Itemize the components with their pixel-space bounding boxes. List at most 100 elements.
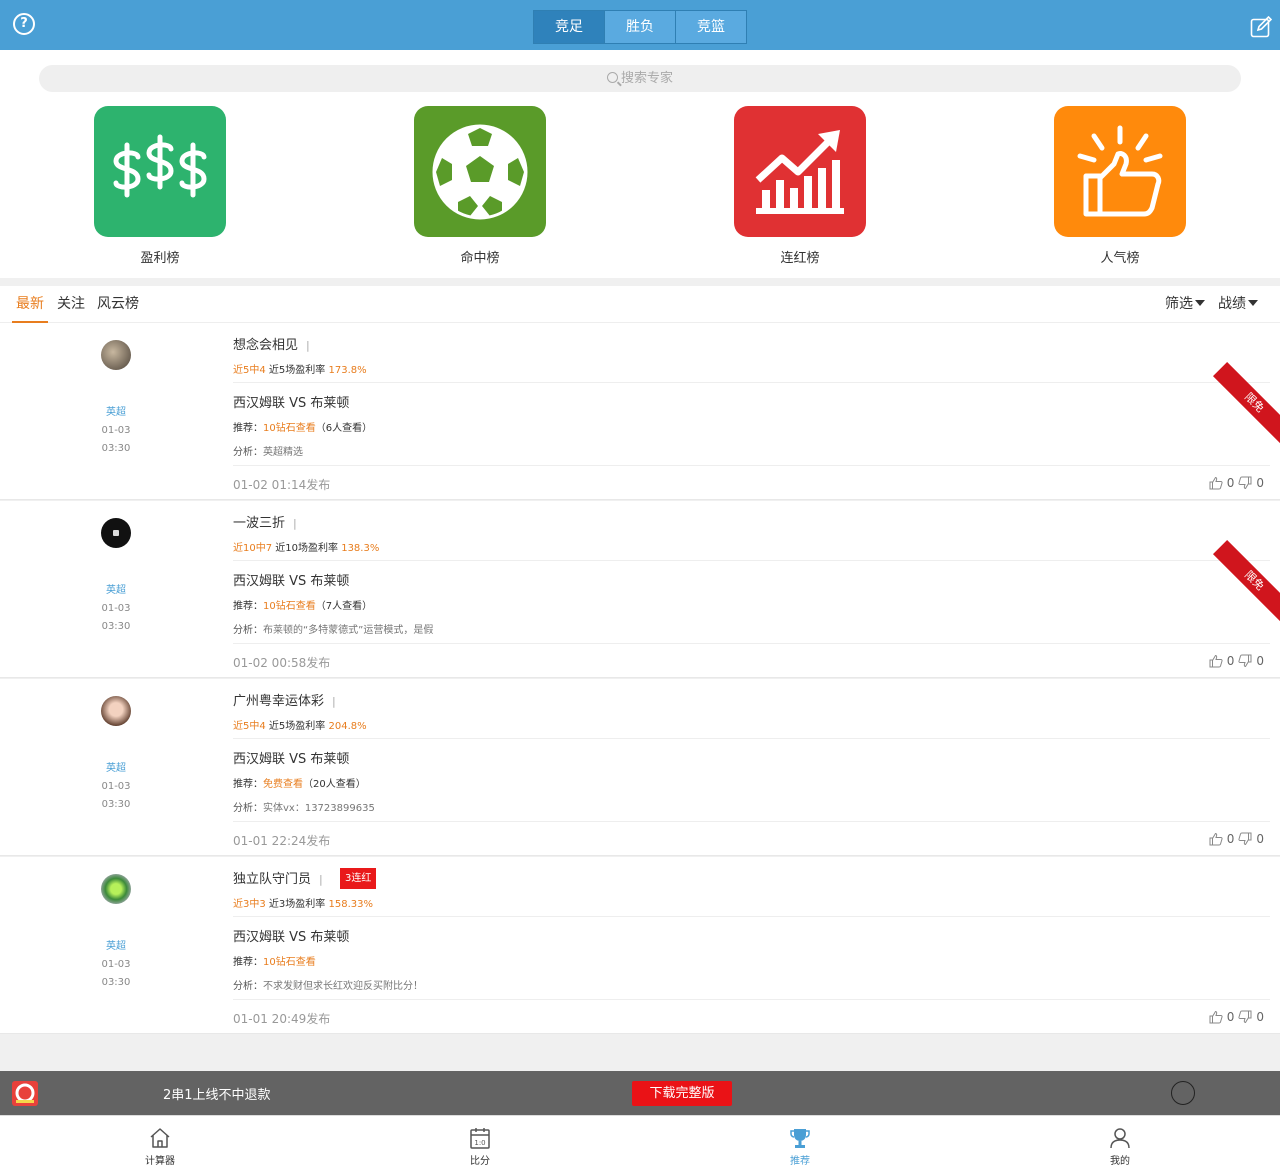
avatar[interactable] [101,340,131,370]
expert-stats: 近5中4 近5场盈利率 204.8% [233,717,367,732]
down-count: 0 [1256,654,1264,668]
up-count: 0 [1226,476,1235,490]
expert-card[interactable]: 英超 01-03 03:30 广州粤幸运体彩 | 近5中4 近5场盈利率 204.… [0,679,1280,856]
record-label: 战绩 [1218,296,1246,312]
expert-name[interactable]: 独立队守门员 [233,872,311,887]
expert-card[interactable]: 英超 01-03 03:30 一波三折 | 近10中7 近10场盈利率 138.3… [0,501,1280,678]
rec-views: （7人查看） [315,601,373,612]
avatar[interactable] [101,696,131,726]
expert-card[interactable]: 英超 01-03 03:30 想念会相见 | 近5中4 近5场盈利率 173.8%… [0,323,1280,500]
search-icon [606,72,618,83]
tab-latest[interactable]: 最新 [12,286,48,323]
match-title: 西汉姆联 VS 布莱顿 [233,574,350,589]
record-dropdown[interactable]: 战绩 [1218,286,1258,322]
name-separator: | [306,339,310,352]
league-label: 英超 [106,941,126,952]
match-title: 西汉姆联 VS 布莱顿 [233,930,350,945]
nav-recommend[interactable]: 推荐 [640,1116,960,1167]
app-logo-icon [12,1081,38,1106]
rec-label: 推荐： [233,601,263,612]
stat-rate: 138.3% [341,543,380,554]
name-separator: | [332,695,336,708]
streak-badge: 3连红 [340,868,377,889]
download-button[interactable]: 下载完整版 [632,1081,732,1106]
rec-views: （6人查看） [315,423,373,434]
publish-time: 01-02 01:14发布 [233,478,331,492]
league-label: 英超 [106,407,126,418]
publish-time: 01-01 20:49发布 [233,1012,331,1026]
stat-label: 近5场盈利率 [268,365,326,376]
thumb-up-icon[interactable] [1209,832,1223,846]
nav-calculator[interactable]: 计算器 [0,1116,320,1167]
expert-name[interactable]: 广州粤幸运体彩 [233,694,324,709]
nav-mine[interactable]: 我的 [960,1116,1280,1167]
search-placeholder: 搜索专家 [620,71,673,86]
name-separator: | [319,873,323,886]
help-icon[interactable]: ? [13,13,35,35]
caret-down-icon [1195,300,1205,306]
tab-follow[interactable]: 关注 [57,286,85,323]
close-icon[interactable] [1171,1081,1195,1105]
caret-down-icon [1248,300,1258,306]
rec-view-link[interactable]: 10钻石查看 [263,601,316,612]
thumb-up-icon[interactable] [1209,1010,1223,1024]
thumb-down-icon[interactable] [1238,654,1252,668]
avatar[interactable] [101,874,131,904]
list-tabs-bar: 最新 关注 风云榜 筛选 战绩 [0,286,1280,323]
thumbs-up-icon [1054,106,1186,237]
stat-label: 近10场盈利率 [275,543,339,554]
rank-popular[interactable]: 人气榜 [1054,106,1186,266]
filter-label: 筛选 [1165,296,1193,312]
home-icon [150,1128,170,1148]
ana-label: 分析： [233,625,263,636]
rank-profit[interactable]: 盈利榜 [94,106,226,266]
divider [233,643,1270,644]
rec-view-link[interactable]: 免费查看 [263,779,303,790]
down-count: 0 [1256,832,1264,846]
match-time: 03:30 [101,621,131,632]
match-date: 01-03 [101,425,131,436]
thumb-down-icon[interactable] [1238,832,1252,846]
rank-label: 人气榜 [1100,251,1140,266]
search-input[interactable]: 搜索专家 [39,65,1241,92]
rank-streak[interactable]: 连红榜 [734,106,866,266]
thumb-up-icon[interactable] [1209,476,1223,490]
stat-hit: 近3中3 [233,899,266,910]
thumb-down-icon[interactable] [1238,476,1252,490]
thumb-up-icon[interactable] [1209,654,1223,668]
ana-text: 英超精选 [263,447,303,458]
tab-leaderboard[interactable]: 风云榜 [97,286,139,323]
nav-score[interactable]: 1:0 比分 [320,1116,640,1167]
thumb-down-icon[interactable] [1238,1010,1252,1024]
dollar-signs-icon [94,106,226,237]
bottom-nav: 计算器 1:0 比分 推荐 我的 [0,1115,1280,1167]
top-bar: ? 竞足 胜负 竞篮 [0,0,1280,50]
expert-name[interactable]: 一波三折 [233,516,285,531]
analysis-row: 分析：英超精选 [233,443,303,458]
vote-group: 0 0 [1209,832,1264,846]
stat-rate: 204.8% [328,721,367,732]
rec-view-link[interactable]: 10钻石查看 [263,423,316,434]
ana-label: 分析： [233,447,263,458]
expert-name[interactable]: 想念会相见 [233,338,298,353]
match-time: 03:30 [101,977,131,988]
up-count: 0 [1226,832,1235,846]
promo-banner: 2串1上线不中退款 下载完整版 [0,1071,1280,1115]
stat-rate: 158.33% [328,899,373,910]
divider [233,916,1270,917]
avatar[interactable] [101,518,131,548]
expert-card[interactable]: 英超 01-03 03:30 独立队守门员 | 3连红 近3中3 近3场盈利率 1… [0,857,1280,1034]
segment-shengfu[interactable]: 胜负 [605,11,676,43]
match-date: 01-03 [101,603,131,614]
stat-label: 近3场盈利率 [268,899,326,910]
filter-dropdown[interactable]: 筛选 [1165,286,1205,322]
segment-jinglan[interactable]: 竞篮 [676,11,746,43]
segment-jingzu[interactable]: 竞足 [534,11,605,43]
analysis-row: 分析：不求发财但求长红欢迎反买附比分！ [233,977,423,992]
rank-hit[interactable]: 命中榜 [414,106,546,266]
trophy-icon [790,1129,810,1148]
lottery-type-switch: 竞足 胜负 竞篮 [533,10,747,44]
league-label: 英超 [106,763,126,774]
edit-icon[interactable] [1250,16,1272,38]
rec-view-link[interactable]: 10钻石查看 [263,957,316,968]
